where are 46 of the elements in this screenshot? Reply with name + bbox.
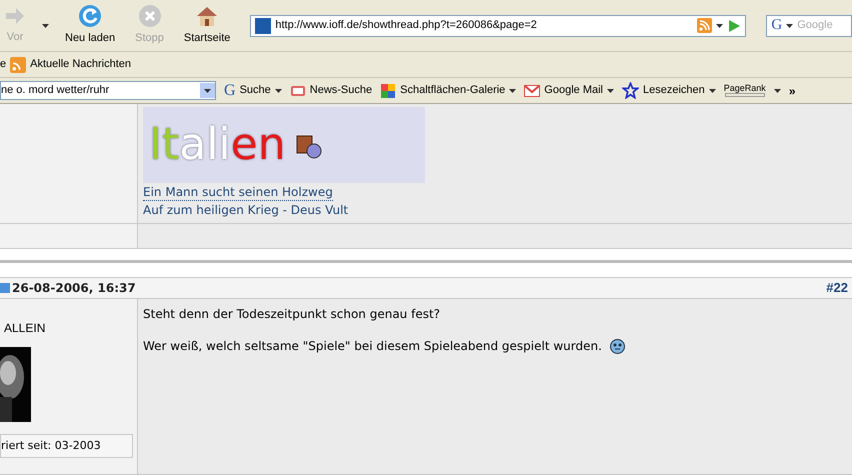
star-icon	[622, 82, 639, 99]
address-field[interactable]: http://www.ioff.de/showthread.php?t=260086&page=2	[250, 14, 746, 36]
post-icon	[0, 283, 10, 293]
puzzle-icon	[380, 82, 396, 98]
user-title: ALLEIN	[3, 320, 46, 337]
caret-icon	[42, 24, 49, 28]
toolbar-button[interactable]: G Suche	[224, 82, 282, 99]
toolbar-button[interactable]: Startseite	[180, 4, 234, 47]
post-text: Steht denn der Todeszeitpunkt schon genau fest?	[143, 306, 442, 323]
registration-date: riert seit: 03-2003	[0, 434, 133, 458]
google-g-icon: G	[224, 82, 236, 98]
post-text: Wer weiß, welch seltsame "Spiele" bei diesem Spieleabend gespielt wurden.	[143, 338, 602, 355]
go-icon[interactable]	[727, 18, 742, 32]
caret-icon	[204, 88, 211, 92]
signature-link[interactable]: Ein Mann sucht seinen Holzweg	[143, 185, 333, 201]
caret-icon	[607, 88, 614, 92]
caret-icon	[509, 88, 516, 92]
stop-icon	[138, 4, 162, 28]
toolbar-button[interactable]: Neu laden	[61, 4, 120, 47]
post-date: 26-08-2006, 16:37	[12, 280, 136, 297]
more-button[interactable]: »	[788, 82, 796, 100]
post-number-link[interactable]: #22	[826, 278, 848, 298]
google-g-icon: G	[771, 18, 782, 33]
caret-icon	[716, 24, 724, 28]
caret-icon	[708, 88, 716, 92]
caret-icon	[274, 88, 282, 92]
rss-icon	[10, 56, 26, 72]
rss-icon	[697, 18, 712, 33]
search-combo-field[interactable]: ne o. mord wetter/ruhr	[0, 81, 216, 100]
signature-link[interactable]: Auf zum heiligen Krieg - Deus Vult	[143, 201, 852, 219]
bookmark-link[interactable]: e	[0, 56, 6, 73]
bookmark-link[interactable]: Aktuelle Nachrichten	[30, 56, 132, 73]
house-icon	[195, 4, 220, 28]
toolbar-button[interactable]: News-Suche	[290, 82, 372, 99]
pagerank-button[interactable]: PageRank	[724, 84, 766, 97]
pagerank-bar	[724, 93, 765, 97]
mail-icon	[524, 84, 540, 96]
search-field[interactable]: G Google	[766, 14, 852, 36]
caret-icon	[786, 24, 794, 28]
smiley-icon	[610, 338, 625, 354]
toolbar-button[interactable]: Google Mail	[524, 82, 614, 99]
reload-icon	[78, 4, 102, 28]
site-logo-icon	[255, 18, 272, 34]
toolbar-button[interactable]: Schaltflächen-Galerie	[380, 82, 516, 99]
caret-icon	[774, 88, 781, 92]
toolbar-button[interactable]: Lesezeichen	[622, 82, 716, 99]
